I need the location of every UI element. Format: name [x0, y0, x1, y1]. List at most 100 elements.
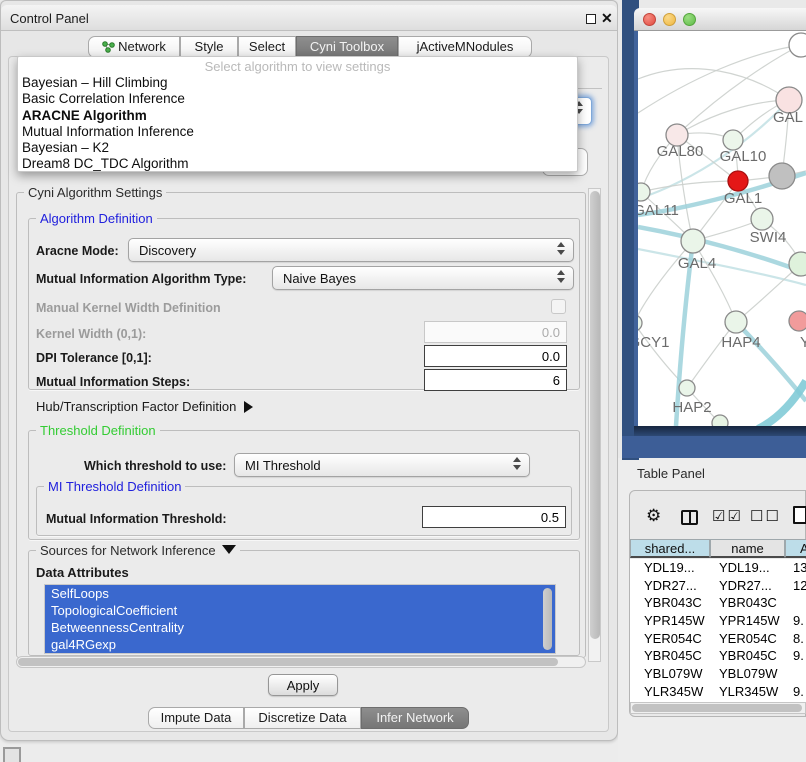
network-node[interactable]: [789, 252, 806, 276]
table-cell: 12: [785, 577, 806, 595]
table-row[interactable]: YBR045CYBR045C9.: [630, 647, 806, 665]
algorithm-option[interactable]: Mutual Information Inference: [18, 124, 577, 140]
manual-kernel-checkbox[interactable]: [551, 299, 566, 314]
mi-type-label: Mutual Information Algorithm Type:: [36, 272, 246, 286]
network-node[interactable]: [725, 311, 747, 333]
table-row[interactable]: YER054CYER054C8.: [630, 630, 806, 648]
network-node[interactable]: [723, 130, 743, 150]
table-cell: YBR045C: [630, 647, 710, 665]
mi-threshold-field[interactable]: 0.5: [422, 506, 566, 528]
table-row[interactable]: YDL19...YDL19...13: [630, 559, 806, 577]
column-header-name[interactable]: name: [710, 539, 785, 558]
algorithm-popup-list[interactable]: Bayesian – Hill ClimbingBasic Correlatio…: [18, 75, 577, 172]
collapsed-panel-icon[interactable]: [3, 747, 21, 762]
sources-section-label: Sources for Network Inference: [40, 543, 216, 558]
tab-impute-data[interactable]: Impute Data: [148, 707, 244, 729]
tab-jactivemnodules[interactable]: jActiveMNodules: [398, 36, 532, 58]
tab-discretize-data[interactable]: Discretize Data: [244, 707, 361, 729]
attribute-item[interactable]: gal4RGexp: [45, 636, 555, 653]
network-node[interactable]: [769, 163, 795, 189]
kernel-width-field[interactable]: 0.0: [424, 321, 567, 343]
panel-title: Control Panel: [10, 11, 89, 26]
zoom-traffic-light-icon[interactable]: [683, 13, 696, 26]
network-node-label: SWI4: [750, 229, 787, 246]
minimize-traffic-light-icon[interactable]: [663, 13, 676, 26]
tab-cyni-toolbox[interactable]: Cyni Toolbox: [296, 36, 398, 58]
table-row[interactable]: YBL079WYBL079W: [630, 665, 806, 683]
network-node[interactable]: [789, 33, 806, 57]
network-node[interactable]: [681, 229, 705, 253]
algorithm-option[interactable]: Dream8 DC_TDC Algorithm: [18, 156, 577, 172]
table-cell: 9.: [785, 683, 806, 701]
select-all-icon[interactable]: ☑☑: [712, 507, 743, 525]
table-row[interactable]: YDR27...YDR27...12: [630, 577, 806, 595]
expanded-arrow-icon: [222, 545, 236, 554]
table-cell: YDL19...: [630, 559, 710, 577]
table-cell: [785, 665, 806, 683]
attribute-item[interactable]: TopologicalCoefficient: [45, 602, 555, 619]
network-node[interactable]: [712, 415, 728, 426]
table-cell: 9.: [785, 647, 806, 665]
hub-section-toggle[interactable]: Hub/Transcription Factor Definition: [36, 399, 253, 414]
apply-button[interactable]: Apply: [268, 674, 338, 696]
tab-network[interactable]: Network: [88, 36, 180, 58]
algorithm-option[interactable]: ARACNE Algorithm: [18, 108, 577, 124]
table-row[interactable]: YLR345WYLR345W9.: [630, 683, 806, 701]
attribute-list-scrollbar-thumb[interactable]: [543, 588, 552, 650]
tab-select[interactable]: Select: [238, 36, 296, 58]
aracne-mode-select[interactable]: Discovery: [128, 238, 574, 262]
mi-threshold-group-label: MI Threshold Definition: [44, 479, 185, 494]
settings-hscrollbar-thumb[interactable]: [18, 658, 558, 666]
network-node-label: GAL4: [678, 255, 716, 272]
tab-infer-network[interactable]: Infer Network: [361, 707, 469, 729]
column-header-shared-name[interactable]: shared...: [630, 539, 710, 558]
data-attributes-label: Data Attributes: [36, 565, 129, 580]
attribute-item[interactable]: BetweennessCentrality: [45, 619, 555, 636]
mi-type-select[interactable]: Naive Bayes: [272, 266, 574, 290]
settings-gear-icon[interactable]: ⚙: [646, 506, 661, 526]
close-traffic-light-icon[interactable]: [643, 13, 656, 26]
algorithm-option[interactable]: Bayesian – Hill Climbing: [18, 75, 577, 91]
table-panel-title: Table Panel: [637, 466, 705, 481]
mi-type-value: Naive Bayes: [283, 271, 356, 286]
network-node[interactable]: [638, 315, 642, 331]
algorithm-option[interactable]: Bayesian – K2: [18, 140, 577, 156]
attribute-list[interactable]: SelfLoopsTopologicalCoefficientBetweenne…: [44, 584, 556, 654]
network-node-label: GAL10: [720, 148, 767, 165]
table-cell: YLR345W: [710, 683, 785, 701]
sources-section-toggle[interactable]: Sources for Network Inference: [36, 543, 240, 558]
control-panel-titlebar[interactable]: [1, 5, 617, 31]
table-cell: YDL19...: [710, 559, 785, 577]
network-canvas[interactable]: GALGAL80GAL10GAL1GAL11SWI4GAL4GCY1HAP4YH…: [638, 31, 806, 426]
close-icon[interactable]: ✕: [601, 10, 613, 27]
float-window-icon[interactable]: [586, 14, 596, 24]
deselect-all-icon[interactable]: ☐☐: [750, 507, 781, 525]
table-hscrollbar-thumb[interactable]: [632, 704, 802, 712]
network-node[interactable]: [751, 208, 773, 230]
column-header-third[interactable]: A: [785, 539, 806, 558]
settings-scrollbar-thumb[interactable]: [590, 191, 600, 639]
network-node-label: GAL80: [657, 143, 704, 160]
column-view-icon[interactable]: [681, 510, 698, 525]
mi-threshold-label: Mutual Information Threshold:: [46, 512, 227, 526]
dpi-tolerance-field[interactable]: 0.0: [424, 345, 567, 367]
network-node[interactable]: [728, 171, 748, 191]
which-threshold-value: MI Threshold: [245, 458, 321, 473]
dpi-tolerance-label: DPI Tolerance [0,1]:: [36, 351, 152, 365]
table-cell: YBR043C: [710, 594, 785, 612]
page-icon[interactable]: [793, 506, 806, 524]
table-row[interactable]: YPR145WYPR145W9.: [630, 612, 806, 630]
aracne-mode-label: Aracne Mode:: [36, 244, 119, 258]
table-body: YDL19...YDL19...13YDR27...YDR27...12YBR0…: [630, 559, 806, 702]
tab-style[interactable]: Style: [180, 36, 238, 58]
table-row[interactable]: YBR043CYBR043C: [630, 594, 806, 612]
network-node-label: Y: [800, 334, 806, 351]
attribute-item[interactable]: SelfLoops: [45, 585, 555, 602]
network-node[interactable]: [679, 380, 695, 396]
network-node[interactable]: [638, 183, 650, 201]
algorithm-option[interactable]: Basic Correlation Inference: [18, 91, 577, 107]
network-node[interactable]: [789, 311, 806, 331]
network-window-titlebar[interactable]: [634, 8, 806, 31]
which-threshold-select[interactable]: MI Threshold: [234, 453, 530, 477]
mi-steps-field[interactable]: 6: [424, 369, 567, 391]
